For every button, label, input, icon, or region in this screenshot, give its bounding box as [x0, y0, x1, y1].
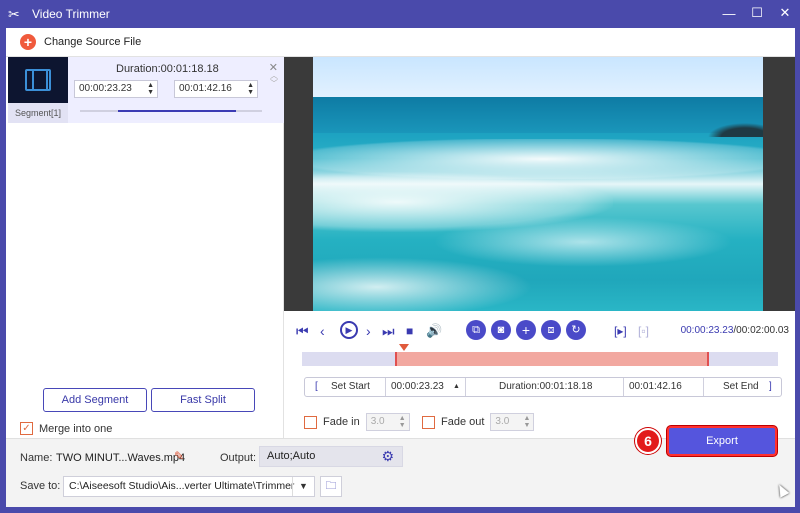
trim-timeline[interactable]: [302, 352, 778, 366]
segment-card[interactable]: Segment[1] Duration:00:01:18.18 00:00:23…: [8, 57, 284, 123]
spinner-icon[interactable]: ▲ ▼: [399, 415, 406, 429]
skip-end-icon[interactable]: ⏭: [382, 323, 395, 339]
next-frame-icon[interactable]: ›: [366, 323, 371, 339]
video-preview[interactable]: [284, 57, 795, 311]
playback-controls: ⏮ ‹ ▶ › ⏭ ■ 🔊 ⧉ ◙ + ⧈ ↻ [▸] [▫] 00:00:23…: [284, 311, 795, 351]
checkbox-unchecked-icon[interactable]: [422, 415, 435, 429]
time-readout: 00:00:23.23/00:02:00.03: [680, 325, 789, 336]
set-start-button[interactable]: Set Start: [331, 378, 370, 396]
merge-label: Merge into one: [39, 422, 113, 435]
volume-icon[interactable]: 🔊: [426, 323, 442, 339]
file-name: TWO MINUT...Waves.mp4: [56, 452, 186, 464]
output-label: Output:: [220, 452, 257, 464]
segment-end-field[interactable]: 00:01:42.16 ▲ ▼: [174, 80, 258, 98]
maximize-icon[interactable]: ☐: [750, 5, 764, 20]
bracket-left-icon: [: [315, 381, 318, 392]
spinner-icon[interactable]: ▲ ▼: [523, 415, 530, 429]
output-settings-field[interactable]: Auto;Auto ⚙: [259, 446, 403, 467]
preview-end-icon[interactable]: [▫]: [638, 323, 649, 339]
fade-controls: Fade in 3.0 ▲ ▼ Fade out 3.0 ▲ ▼: [304, 413, 604, 433]
merge-checkbox[interactable]: ✓ Merge into one: [20, 422, 112, 435]
range-duration: Duration:00:01:18.18: [499, 381, 593, 392]
fade-in-label: Fade in: [323, 416, 360, 428]
snapshot-icon[interactable]: ◙: [491, 320, 511, 340]
fade-in-group[interactable]: Fade in 3.0 ▲ ▼: [304, 413, 410, 431]
fade-out-group[interactable]: Fade out 3.0 ▲ ▼: [422, 413, 535, 431]
skip-start-icon[interactable]: ⏮: [296, 323, 309, 339]
reset-icon[interactable]: ↻: [566, 320, 586, 340]
trim-selection[interactable]: [395, 352, 709, 366]
start-time-field[interactable]: 00:00:23.23: [391, 378, 444, 396]
segment-label: Segment[1]: [8, 103, 68, 123]
name-label: Name:: [20, 452, 53, 464]
window-controls: — ☐ ✕: [722, 5, 792, 21]
spinner-icon[interactable]: ▲ ▼: [147, 82, 154, 96]
reorder-arrows-icon[interactable]: ︿ ﹀: [270, 72, 278, 88]
split-view-icon[interactable]: ⧉: [466, 320, 486, 340]
copy-icon[interactable]: ⧈: [541, 320, 561, 340]
step-badge: 6: [635, 428, 661, 454]
add-segment-button[interactable]: Add Segment: [43, 388, 147, 412]
spinner-icon[interactable]: ▲: [453, 378, 460, 396]
change-source-bar[interactable]: + Change Source File: [6, 28, 795, 57]
stop-icon[interactable]: ■: [406, 323, 413, 339]
window-title: Video Trimmer: [32, 7, 110, 21]
app-window: ✂ Video Trimmer — ☐ ✕ + Change Source Fi…: [0, 0, 800, 513]
spinner-icon[interactable]: ▲ ▼: [247, 82, 254, 96]
gear-icon[interactable]: ⚙: [381, 447, 394, 466]
fade-in-field[interactable]: 3.0 ▲ ▼: [365, 413, 410, 431]
add-icon[interactable]: +: [516, 320, 536, 340]
segment-duration: Duration:00:01:18.18: [116, 63, 219, 75]
change-source-label[interactable]: Change Source File: [44, 36, 141, 48]
segments-panel: Segment[1] Duration:00:01:18.18 00:00:23…: [6, 57, 284, 438]
playhead-marker[interactable]: [399, 344, 409, 351]
title-bar: ✂ Video Trimmer — ☐ ✕: [0, 0, 800, 28]
checkbox-checked-icon[interactable]: ✓: [20, 422, 33, 435]
preview-start-icon[interactable]: [▸]: [614, 323, 627, 339]
end-time-field[interactable]: 00:01:42.16: [629, 378, 682, 396]
chevron-down-icon[interactable]: ▼: [292, 477, 314, 496]
film-icon: [25, 69, 51, 91]
video-frame: [313, 57, 763, 311]
set-range-bar: [ Set Start 00:00:23.23 ▲ Duration:00:01…: [304, 377, 782, 397]
scissors-icon: ✂: [8, 5, 20, 22]
bracket-right-icon: ]: [769, 381, 772, 392]
minimize-icon[interactable]: —: [722, 6, 736, 21]
edit-pencil-icon[interactable]: ✎: [174, 449, 184, 463]
checkbox-unchecked-icon[interactable]: [304, 415, 317, 429]
segment-thumbnail: [8, 57, 68, 103]
segment-track-fill: [118, 110, 236, 112]
set-end-button[interactable]: Set End: [723, 378, 759, 396]
open-folder-icon[interactable]: 🗀: [320, 476, 342, 497]
export-button[interactable]: Export: [667, 426, 777, 456]
play-icon[interactable]: ▶: [340, 321, 358, 339]
fade-out-field[interactable]: 3.0 ▲ ▼: [490, 413, 535, 431]
save-path-select[interactable]: C:\Aiseesoft Studio\Ais...verter Ultimat…: [63, 476, 315, 497]
fast-split-button[interactable]: Fast Split: [151, 388, 255, 412]
prev-frame-icon[interactable]: ‹: [320, 323, 325, 339]
fade-out-label: Fade out: [441, 416, 485, 428]
close-icon[interactable]: ✕: [778, 5, 792, 20]
save-to-label: Save to:: [20, 480, 61, 492]
add-circle-icon[interactable]: +: [20, 34, 36, 50]
segment-track: [80, 110, 262, 112]
segment-start-field[interactable]: 00:00:23.23 ▲ ▼: [74, 80, 158, 98]
